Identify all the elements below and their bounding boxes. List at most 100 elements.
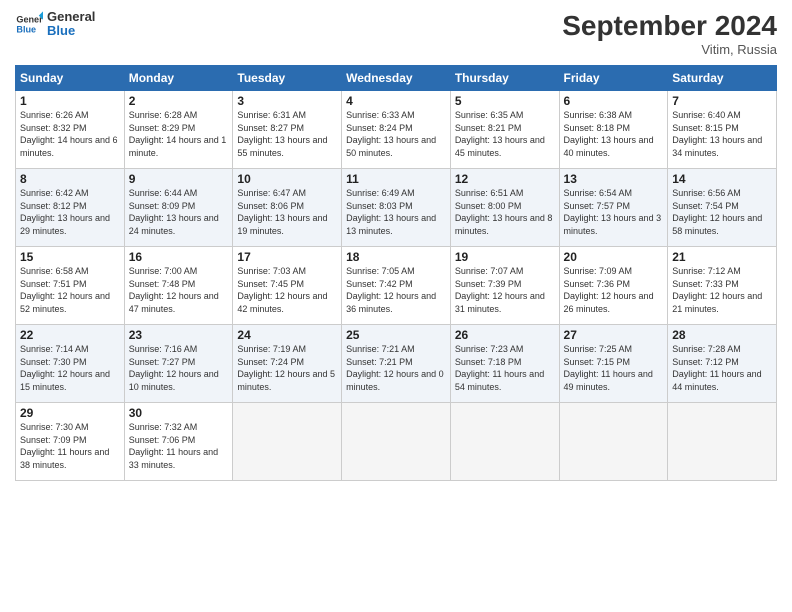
logo-blue: Blue (47, 24, 95, 38)
calendar-cell: 17Sunrise: 7:03 AMSunset: 7:45 PMDayligh… (233, 247, 342, 325)
calendar-cell: 28Sunrise: 7:28 AMSunset: 7:12 PMDayligh… (668, 325, 777, 403)
day-number: 4 (346, 94, 446, 108)
day-info: Sunrise: 6:44 AMSunset: 8:09 PMDaylight:… (129, 187, 229, 237)
day-info: Sunrise: 6:42 AMSunset: 8:12 PMDaylight:… (20, 187, 120, 237)
calendar-cell: 4Sunrise: 6:33 AMSunset: 8:24 PMDaylight… (342, 91, 451, 169)
day-number: 15 (20, 250, 120, 264)
day-number: 17 (237, 250, 337, 264)
day-info: Sunrise: 6:38 AMSunset: 8:18 PMDaylight:… (564, 109, 664, 159)
day-info: Sunrise: 7:30 AMSunset: 7:09 PMDaylight:… (20, 421, 120, 471)
weekday-header-friday: Friday (559, 66, 668, 91)
day-number: 26 (455, 328, 555, 342)
day-number: 19 (455, 250, 555, 264)
logo-icon: General Blue (15, 10, 43, 38)
svg-text:General: General (16, 15, 43, 25)
day-info: Sunrise: 6:35 AMSunset: 8:21 PMDaylight:… (455, 109, 555, 159)
calendar-cell: 8Sunrise: 6:42 AMSunset: 8:12 PMDaylight… (16, 169, 125, 247)
day-number: 14 (672, 172, 772, 186)
calendar-cell (668, 403, 777, 481)
calendar-cell: 23Sunrise: 7:16 AMSunset: 7:27 PMDayligh… (124, 325, 233, 403)
logo: General Blue General Blue (15, 10, 95, 39)
logo-general: General (47, 10, 95, 24)
day-info: Sunrise: 7:19 AMSunset: 7:24 PMDaylight:… (237, 343, 337, 393)
day-info: Sunrise: 6:28 AMSunset: 8:29 PMDaylight:… (129, 109, 229, 159)
day-info: Sunrise: 7:00 AMSunset: 7:48 PMDaylight:… (129, 265, 229, 315)
month-title: September 2024 (562, 10, 777, 42)
weekday-header-thursday: Thursday (450, 66, 559, 91)
calendar-week-row: 22Sunrise: 7:14 AMSunset: 7:30 PMDayligh… (16, 325, 777, 403)
calendar-cell: 20Sunrise: 7:09 AMSunset: 7:36 PMDayligh… (559, 247, 668, 325)
day-number: 23 (129, 328, 229, 342)
calendar-cell: 26Sunrise: 7:23 AMSunset: 7:18 PMDayligh… (450, 325, 559, 403)
day-info: Sunrise: 7:03 AMSunset: 7:45 PMDaylight:… (237, 265, 337, 315)
day-number: 7 (672, 94, 772, 108)
calendar-cell: 12Sunrise: 6:51 AMSunset: 8:00 PMDayligh… (450, 169, 559, 247)
day-info: Sunrise: 6:47 AMSunset: 8:06 PMDaylight:… (237, 187, 337, 237)
day-info: Sunrise: 7:21 AMSunset: 7:21 PMDaylight:… (346, 343, 446, 393)
title-area: September 2024 Vitim, Russia (562, 10, 777, 57)
day-info: Sunrise: 7:28 AMSunset: 7:12 PMDaylight:… (672, 343, 772, 393)
calendar-cell: 19Sunrise: 7:07 AMSunset: 7:39 PMDayligh… (450, 247, 559, 325)
day-number: 29 (20, 406, 120, 420)
calendar-cell: 2Sunrise: 6:28 AMSunset: 8:29 PMDaylight… (124, 91, 233, 169)
weekday-header-monday: Monday (124, 66, 233, 91)
calendar-cell (342, 403, 451, 481)
day-number: 24 (237, 328, 337, 342)
calendar-cell: 18Sunrise: 7:05 AMSunset: 7:42 PMDayligh… (342, 247, 451, 325)
day-number: 12 (455, 172, 555, 186)
day-number: 20 (564, 250, 664, 264)
calendar-cell: 3Sunrise: 6:31 AMSunset: 8:27 PMDaylight… (233, 91, 342, 169)
calendar-cell: 27Sunrise: 7:25 AMSunset: 7:15 PMDayligh… (559, 325, 668, 403)
day-number: 27 (564, 328, 664, 342)
calendar-cell: 16Sunrise: 7:00 AMSunset: 7:48 PMDayligh… (124, 247, 233, 325)
day-number: 1 (20, 94, 120, 108)
day-info: Sunrise: 7:16 AMSunset: 7:27 PMDaylight:… (129, 343, 229, 393)
calendar-week-row: 29Sunrise: 7:30 AMSunset: 7:09 PMDayligh… (16, 403, 777, 481)
day-info: Sunrise: 6:54 AMSunset: 7:57 PMDaylight:… (564, 187, 664, 237)
day-info: Sunrise: 6:26 AMSunset: 8:32 PMDaylight:… (20, 109, 120, 159)
day-number: 21 (672, 250, 772, 264)
calendar-cell: 29Sunrise: 7:30 AMSunset: 7:09 PMDayligh… (16, 403, 125, 481)
calendar-cell: 22Sunrise: 7:14 AMSunset: 7:30 PMDayligh… (16, 325, 125, 403)
day-info: Sunrise: 6:31 AMSunset: 8:27 PMDaylight:… (237, 109, 337, 159)
calendar-week-row: 15Sunrise: 6:58 AMSunset: 7:51 PMDayligh… (16, 247, 777, 325)
day-number: 30 (129, 406, 229, 420)
day-number: 10 (237, 172, 337, 186)
calendar-cell: 9Sunrise: 6:44 AMSunset: 8:09 PMDaylight… (124, 169, 233, 247)
day-info: Sunrise: 7:05 AMSunset: 7:42 PMDaylight:… (346, 265, 446, 315)
calendar-cell: 6Sunrise: 6:38 AMSunset: 8:18 PMDaylight… (559, 91, 668, 169)
calendar-cell: 10Sunrise: 6:47 AMSunset: 8:06 PMDayligh… (233, 169, 342, 247)
calendar-cell: 25Sunrise: 7:21 AMSunset: 7:21 PMDayligh… (342, 325, 451, 403)
calendar-cell (559, 403, 668, 481)
calendar-cell: 14Sunrise: 6:56 AMSunset: 7:54 PMDayligh… (668, 169, 777, 247)
calendar-cell: 13Sunrise: 6:54 AMSunset: 7:57 PMDayligh… (559, 169, 668, 247)
calendar-cell (233, 403, 342, 481)
calendar-cell: 30Sunrise: 7:32 AMSunset: 7:06 PMDayligh… (124, 403, 233, 481)
day-number: 25 (346, 328, 446, 342)
day-info: Sunrise: 7:09 AMSunset: 7:36 PMDaylight:… (564, 265, 664, 315)
day-number: 13 (564, 172, 664, 186)
day-info: Sunrise: 6:49 AMSunset: 8:03 PMDaylight:… (346, 187, 446, 237)
day-info: Sunrise: 7:23 AMSunset: 7:18 PMDaylight:… (455, 343, 555, 393)
day-info: Sunrise: 6:58 AMSunset: 7:51 PMDaylight:… (20, 265, 120, 315)
calendar-cell: 15Sunrise: 6:58 AMSunset: 7:51 PMDayligh… (16, 247, 125, 325)
day-info: Sunrise: 6:56 AMSunset: 7:54 PMDaylight:… (672, 187, 772, 237)
day-number: 6 (564, 94, 664, 108)
location: Vitim, Russia (562, 42, 777, 57)
day-number: 2 (129, 94, 229, 108)
calendar-cell: 5Sunrise: 6:35 AMSunset: 8:21 PMDaylight… (450, 91, 559, 169)
day-number: 9 (129, 172, 229, 186)
day-info: Sunrise: 7:32 AMSunset: 7:06 PMDaylight:… (129, 421, 229, 471)
calendar-cell: 1Sunrise: 6:26 AMSunset: 8:32 PMDaylight… (16, 91, 125, 169)
calendar-header-row: SundayMondayTuesdayWednesdayThursdayFrid… (16, 66, 777, 91)
day-number: 8 (20, 172, 120, 186)
weekday-header-tuesday: Tuesday (233, 66, 342, 91)
day-number: 22 (20, 328, 120, 342)
day-info: Sunrise: 6:51 AMSunset: 8:00 PMDaylight:… (455, 187, 555, 237)
weekday-header-saturday: Saturday (668, 66, 777, 91)
day-info: Sunrise: 7:25 AMSunset: 7:15 PMDaylight:… (564, 343, 664, 393)
day-number: 5 (455, 94, 555, 108)
day-info: Sunrise: 7:07 AMSunset: 7:39 PMDaylight:… (455, 265, 555, 315)
calendar-cell: 21Sunrise: 7:12 AMSunset: 7:33 PMDayligh… (668, 247, 777, 325)
calendar-cell: 7Sunrise: 6:40 AMSunset: 8:15 PMDaylight… (668, 91, 777, 169)
